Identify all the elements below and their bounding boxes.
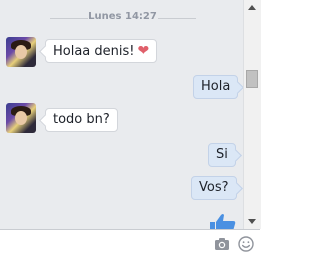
message-text: Si (216, 147, 228, 162)
avatar-face (15, 45, 27, 59)
thumbs-up-icon[interactable] (204, 212, 238, 229)
scrollbar[interactable] (243, 0, 261, 229)
message-bubble-incoming[interactable]: todo bn? (45, 108, 118, 132)
message-bubble-outgoing[interactable]: Si (208, 143, 236, 167)
avatar-face (15, 111, 27, 125)
scroll-thumb[interactable] (246, 70, 258, 88)
message-text: Vos? (199, 180, 229, 195)
scroll-down-arrow-icon[interactable] (248, 219, 256, 224)
timestamp: Lunes 14:27 (88, 11, 157, 22)
avatar[interactable] (6, 37, 36, 67)
message-bubble-outgoing[interactable]: Vos? (191, 176, 237, 200)
message-text: Hola (201, 79, 231, 94)
composer (0, 229, 260, 258)
chat-window: Lunes 14:27 Holaa denis! ❤ Hola todo bn? … (0, 0, 261, 258)
message-text: Holaa denis! (53, 44, 135, 59)
emoji-icon[interactable] (238, 236, 254, 252)
message-bubble-outgoing[interactable]: Hola (193, 75, 239, 99)
message-bubble-incoming[interactable]: Holaa denis! ❤ (45, 39, 158, 63)
divider-line (50, 18, 88, 19)
divider-line (158, 18, 196, 19)
message-input[interactable] (6, 234, 200, 256)
camera-icon[interactable] (214, 237, 230, 251)
avatar[interactable] (6, 103, 36, 133)
message-text: todo bn? (53, 112, 110, 127)
scroll-up-arrow-icon[interactable] (248, 5, 256, 10)
message-list[interactable]: Lunes 14:27 Holaa denis! ❤ Hola todo bn? … (0, 0, 243, 229)
heart-icon: ❤ (137, 43, 150, 59)
